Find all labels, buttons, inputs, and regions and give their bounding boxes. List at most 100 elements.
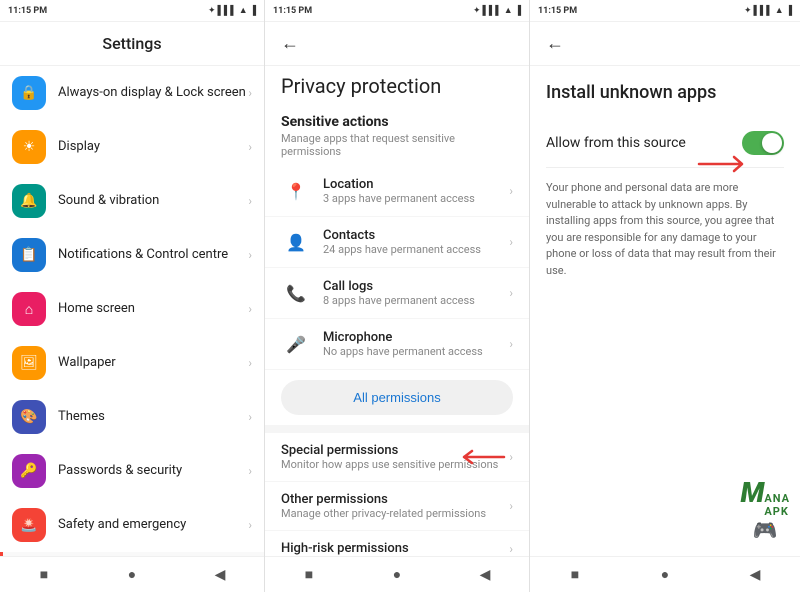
privacy-scroll: Sensitive actions Manage apps that reque…: [265, 102, 529, 556]
status-icons-3: ✦ ▌▌▌ ▲ ▐: [744, 5, 792, 16]
wifi-icon-2: ▲: [504, 5, 513, 16]
notifications-arrow: ›: [248, 248, 252, 262]
contacts-sub: 24 apps have permanent access: [323, 243, 509, 256]
perm-item-contacts[interactable]: 👤 Contacts 24 apps have permanent access…: [265, 217, 529, 268]
nav-back-1[interactable]: ◀: [206, 561, 234, 589]
install-title-bar: ←: [530, 22, 800, 66]
settings-item-display[interactable]: ☀ Display ›: [0, 120, 264, 174]
perm-item-calllogs[interactable]: 📞 Call logs 8 apps have permanent access…: [265, 268, 529, 319]
install-page-title: Install unknown apps: [546, 82, 784, 103]
contacts-icon: 👤: [281, 227, 311, 257]
battery-icon-2: ▐: [515, 5, 521, 16]
bluetooth-icon-3: ✦: [744, 6, 752, 16]
settings-item-sound[interactable]: 🔔 Sound & vibration ›: [0, 174, 264, 228]
highrisk-title: High-risk permissions: [281, 541, 509, 556]
highrisk-text: High-risk permissions: [281, 541, 509, 556]
settings-title: Settings: [102, 34, 161, 53]
wallpaper-label: Wallpaper: [58, 355, 248, 372]
settings-item-privacy[interactable]: 🛡 Privacy protection ›: [0, 552, 264, 556]
bottom-nav-3: ■ ● ◀: [530, 556, 800, 592]
nav-back-3[interactable]: ◀: [741, 561, 769, 589]
microphone-arrow: ›: [509, 337, 513, 351]
bluetooth-icon: ✦: [208, 6, 216, 16]
contacts-arrow: ›: [509, 235, 513, 249]
microphone-title: Microphone: [323, 330, 509, 345]
contacts-title: Contacts: [323, 228, 509, 243]
nav-square-1[interactable]: ■: [30, 561, 58, 589]
perm-item-microphone[interactable]: 🎤 Microphone No apps have permanent acce…: [265, 319, 529, 370]
microphone-icon: 🎤: [281, 329, 311, 359]
perm-item-special[interactable]: Special permissions Monitor how apps use…: [265, 433, 529, 482]
status-time-3: 11:15 PM: [538, 6, 577, 16]
wallpaper-icon: 🖼: [12, 346, 46, 380]
settings-list: 🔒 Always-on display & Lock screen › ☀ Di…: [0, 66, 264, 556]
passwords-label: Passwords & security: [58, 463, 248, 480]
themes-label: Themes: [58, 409, 248, 426]
divider-1: [265, 425, 529, 433]
settings-item-home[interactable]: ⌂ Home screen ›: [0, 282, 264, 336]
calllogs-title: Call logs: [323, 279, 509, 294]
status-time-2: 11:15 PM: [273, 6, 312, 16]
settings-item-always-on[interactable]: 🔒 Always-on display & Lock screen ›: [0, 66, 264, 120]
nav-circle-1[interactable]: ●: [118, 561, 146, 589]
always-on-icon: 🔒: [12, 76, 46, 110]
settings-item-themes[interactable]: 🎨 Themes ›: [0, 390, 264, 444]
all-permissions-button[interactable]: All permissions: [281, 380, 513, 415]
bottom-nav-1: ■ ● ◀: [0, 556, 264, 592]
status-icons-1: ✦ ▌▌▌ ▲ ▐: [208, 5, 256, 16]
calllogs-sub: 8 apps have permanent access: [323, 294, 509, 307]
location-text: Location 3 apps have permanent access: [323, 177, 509, 205]
status-icons-2: ✦ ▌▌▌ ▲ ▐: [473, 5, 521, 16]
nav-circle-2[interactable]: ●: [383, 561, 411, 589]
install-warning-text: Your phone and personal data are more vu…: [546, 180, 784, 279]
allow-source-label: Allow from this source: [546, 135, 686, 151]
install-back-button[interactable]: ←: [546, 33, 564, 54]
settings-item-safety[interactable]: 🚨 Safety and emergency ›: [0, 498, 264, 552]
settings-item-wallpaper[interactable]: 🖼 Wallpaper ›: [0, 336, 264, 390]
notifications-icon: 📋: [12, 238, 46, 272]
sensitive-title: Sensitive actions: [265, 102, 529, 132]
home-label: Home screen: [58, 301, 248, 318]
display-label: Display: [58, 139, 248, 156]
perm-item-location[interactable]: 📍 Location 3 apps have permanent access …: [265, 166, 529, 217]
location-title: Location: [323, 177, 509, 192]
nav-back-2[interactable]: ◀: [471, 561, 499, 589]
sound-arrow: ›: [248, 194, 252, 208]
battery-icon: ▐: [250, 5, 256, 16]
calllogs-icon: 📞: [281, 278, 311, 308]
notifications-label: Notifications & Control centre: [58, 247, 248, 264]
special-arrow: ›: [509, 450, 513, 464]
always-on-label: Always-on display & Lock screen: [58, 85, 248, 102]
sound-label: Sound & vibration: [58, 193, 248, 210]
location-sub: 3 apps have permanent access: [323, 192, 509, 205]
wifi-icon-3: ▲: [775, 5, 784, 16]
settings-item-passwords[interactable]: 🔑 Passwords & security ›: [0, 444, 264, 498]
safety-icon: 🚨: [12, 508, 46, 542]
bottom-nav-2: ■ ● ◀: [265, 556, 529, 592]
wifi-icon: ▲: [239, 5, 248, 16]
nav-circle-3[interactable]: ●: [651, 561, 679, 589]
highrisk-arrow: ›: [509, 542, 513, 556]
passwords-icon: 🔑: [12, 454, 46, 488]
privacy-page-title: Privacy protection: [281, 74, 441, 98]
red-arrow-3: [694, 152, 754, 176]
other-title: Other permissions: [281, 492, 509, 507]
privacy-back-button[interactable]: ←: [281, 33, 299, 54]
display-arrow: ›: [248, 140, 252, 154]
status-time-1: 11:15 PM: [8, 6, 47, 16]
safety-arrow: ›: [248, 518, 252, 532]
nav-square-2[interactable]: ■: [295, 561, 323, 589]
privacy-title-bar: ←: [265, 22, 529, 66]
home-icon: ⌂: [12, 292, 46, 326]
signal-icon-2: ▌▌▌: [483, 5, 502, 16]
perm-item-other[interactable]: Other permissions Manage other privacy-r…: [265, 482, 529, 531]
microphone-text: Microphone No apps have permanent access: [323, 330, 509, 358]
signal-icon-3: ▌▌▌: [754, 5, 773, 16]
settings-item-notifications[interactable]: 📋 Notifications & Control centre ›: [0, 228, 264, 282]
nav-square-3[interactable]: ■: [561, 561, 589, 589]
microphone-sub: No apps have permanent access: [323, 345, 509, 358]
status-bar-3: 11:15 PM ✦ ▌▌▌ ▲ ▐: [530, 0, 800, 22]
perm-item-highrisk[interactable]: High-risk permissions ›: [265, 531, 529, 556]
panel-privacy: 11:15 PM ✦ ▌▌▌ ▲ ▐ ← Privacy protection …: [265, 0, 530, 592]
sensitive-sub: Manage apps that request sensitive permi…: [265, 132, 529, 166]
